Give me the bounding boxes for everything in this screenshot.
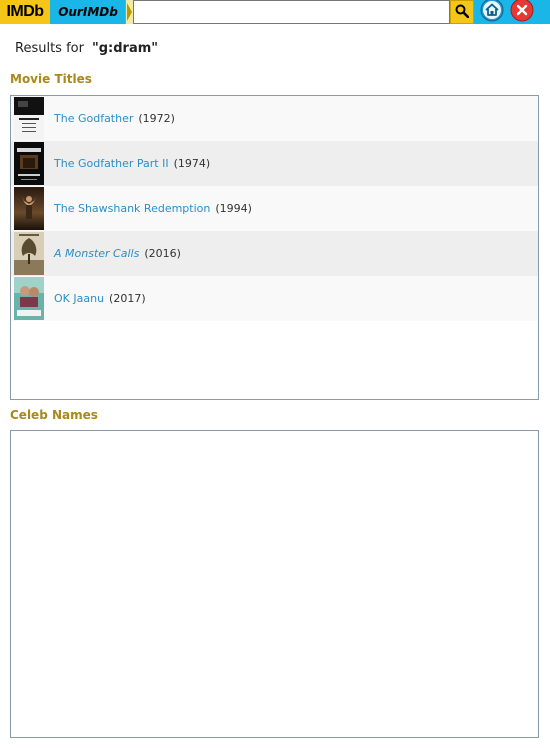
poster-image[interactable] [14,142,44,185]
movie-title-link[interactable]: The Shawshank Redemption [54,202,210,215]
home-button[interactable] [479,0,505,24]
search-button[interactable] [450,0,474,24]
movie-row[interactable]: The Godfather Part II (1974) [11,141,538,186]
results-label: Results for [15,41,84,56]
celeb-results-panel [10,430,539,738]
movie-year: (1974) [173,157,211,170]
movie-year: (2016) [144,247,181,260]
movie-title-link[interactable]: The Godfather Part II [54,157,169,170]
search-input[interactable] [133,0,450,24]
results-line: Results for "g:dram" [15,41,158,56]
movie-title-link[interactable]: A Monster Calls [54,247,139,260]
close-button[interactable] [509,0,535,24]
poster-image[interactable] [14,97,44,140]
poster-image[interactable] [14,187,44,230]
search-icon [455,3,470,22]
movie-row[interactable]: The Shawshank Redemption (1994) [11,186,538,231]
movie-year: (1972) [138,112,175,125]
top-bar: IMDb OurIMDb [0,0,550,24]
results-query: "g:dram" [91,41,159,56]
chevron-right-icon [125,0,133,24]
movie-title-link[interactable]: OK Jaanu [54,292,104,305]
poster-image[interactable] [14,232,44,275]
movie-row[interactable]: The Godfather (1972) [11,96,538,141]
app-name[interactable]: OurIMDb [50,0,126,24]
movie-title-link[interactable]: The Godfather [54,112,133,125]
poster-image[interactable] [14,277,44,320]
close-icon [510,0,534,26]
imdb-logo[interactable]: IMDb [0,0,50,24]
movie-row[interactable]: OK Jaanu (2017) [11,276,538,321]
movie-results-panel: The Godfather (1972) The Godfather Part … [10,95,539,400]
movie-titles-heading: Movie Titles [10,72,92,86]
celeb-names-heading: Celeb Names [10,408,98,422]
movie-year: (1994) [215,202,252,215]
home-icon [480,0,504,26]
movie-row[interactable]: A Monster Calls (2016) [11,231,538,276]
movie-year: (2017) [109,292,146,305]
